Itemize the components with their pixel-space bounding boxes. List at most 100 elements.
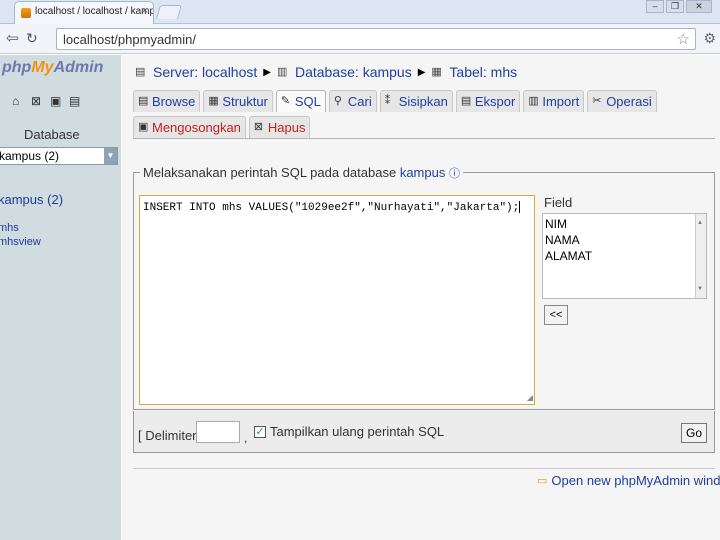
minimize-icon[interactable]: – [646,0,664,13]
tab-browse[interactable]: ▤ Browse [133,90,201,112]
sql-query-text: INSERT INTO mhs VALUES("1029ee2f","Nurha… [143,201,520,214]
drop-icon: ⊠ [253,121,264,133]
close-tab-icon[interactable]: × [142,5,148,17]
address-text: localhost/phpmyadmin/ [63,32,196,47]
docs-icon[interactable]: ▤ [69,95,82,107]
tab-label: Ekspor [474,94,516,109]
scroll-down-icon[interactable]: ▼ [697,281,703,297]
tab-hapus[interactable]: ⊠ Hapus [248,116,311,138]
favicon-icon [21,8,31,18]
table-link-mhsview[interactable]: mhsview [0,236,41,248]
field-option[interactable]: ALAMAT [545,248,704,264]
tab-bar: ▤ Browse ▦ Struktur ✎ SQL ⚲ Cari ⁑ Sisipkan ▤… [133,90,657,112]
chevron-down-icon: ▼ [104,148,117,164]
close-window-icon[interactable]: ✕ [686,0,712,13]
tab-sisipkan[interactable]: ⁑ Sisipkan [379,90,453,112]
wrench-icon[interactable]: ⚙ [703,30,716,47]
left-navigation-frame: phpMyAdmin ⌂ ⊠ ▣ ▤ Database kampus (2) ▼… [0,55,121,540]
reload-icon[interactable]: ↻ [26,30,38,47]
go-button[interactable]: Go [681,423,707,443]
structure-icon: ▦ [208,95,219,107]
empty-icon: ▣ [138,121,149,133]
insert-field-button[interactable]: << [544,305,568,325]
tab-label: Hapus [267,120,306,135]
tab-sql[interactable]: ✎ SQL [275,90,326,112]
server-icon: ▤ [135,66,146,78]
maximize-icon[interactable]: ❐ [666,0,684,13]
field-option[interactable]: NIM [545,216,704,232]
breadcrumb-server[interactable]: Server: localhost [153,64,257,80]
sql-query-fieldset: Melaksanakan perintah SQL pada database … [133,165,715,410]
delimiter-input[interactable] [196,421,240,443]
bookmark-star-icon[interactable]: ☆ [677,30,690,48]
new-window-icon: ▭ [537,475,548,487]
browser-tab[interactable]: localhost / localhost / kampus × [14,1,154,24]
left-icon-bar: ⌂ ⊠ ▣ ▤ [12,95,82,107]
insert-icon: ⁑ [384,95,391,107]
table-link-mhs[interactable]: mhs [0,222,19,234]
breadcrumb-database[interactable]: Database: kampus [295,64,412,80]
show-query-again-checkbox[interactable]: ✓ [254,426,266,438]
tab-cari[interactable]: ⚲ Cari [328,90,377,112]
main-frame: ▤ Server: localhost ▶ ▥ Database: kampus… [121,55,720,540]
import-icon: ▥ [528,95,539,107]
footer-divider [133,468,715,469]
logo-my: My [31,59,54,76]
query-window-icon[interactable]: ▣ [50,95,63,107]
window-controls: – ❐ ✕ [646,0,712,13]
resize-handle-icon[interactable]: ◢ [527,393,533,403]
current-database-link[interactable]: kampus (2) [0,192,63,207]
breadcrumb-table[interactable]: Tabel: mhs [449,64,517,80]
tab-label: Struktur [222,94,268,109]
open-new-window-text: Open new phpMyAdmin window [551,473,720,488]
field-label: Field [544,195,573,210]
address-bar[interactable]: localhost/phpmyadmin/ ☆ [56,28,696,50]
sql-options-bar: [ Delimiter , ✓ Tampilkan ulang perintah… [133,411,715,453]
tab-label: Import [542,94,580,109]
export-icon: ▤ [460,95,472,107]
show-query-again-label[interactable]: Tampilkan ulang perintah SQL [270,424,444,439]
help-icon[interactable]: ⓘ [449,168,460,180]
field-listbox[interactable]: NIM NAMA ALAMAT ▲ ▼ [542,213,707,299]
database-select[interactable]: kampus (2) ▼ [0,147,118,165]
breadcrumb-separator-icon: ▶ [263,66,271,78]
sql-legend-db-link[interactable]: kampus [400,165,446,180]
tab-struktur[interactable]: ▦ Struktur [203,90,273,112]
browser-toolbar: ⇦ ↻ localhost/phpmyadmin/ ☆ ⚙ [0,24,720,54]
tab-label: Mengosongkan [152,120,241,135]
operations-icon: ✂ [592,95,602,107]
scroll-up-icon[interactable]: ▲ [697,215,703,231]
database-select-value: kampus (2) [0,149,60,163]
new-tab-button[interactable] [156,5,182,19]
breadcrumb-separator-icon: ▶ [417,66,426,78]
text-caret [519,201,521,213]
tab-label: Sisipkan [398,94,448,109]
table-icon: ▦ [431,66,442,78]
field-option[interactable]: NAMA [545,232,704,248]
tab-label: SQL [294,94,321,109]
home-icon[interactable]: ⌂ [12,95,25,107]
logo-php: php [2,59,32,76]
tab-ekspor[interactable]: ▤ Ekspor [455,90,521,112]
delimiter-comma: , [244,431,248,445]
tab-import[interactable]: ▥ Import [523,90,585,112]
tab-mengosongkan[interactable]: ▣ Mengosongkan [133,116,246,138]
database-label: Database [24,127,80,142]
search-icon: ⚲ [333,95,342,107]
delimiter-label: [ Delimiter [138,428,197,443]
tab-operasi[interactable]: ✂ Operasi [587,90,657,112]
logout-icon[interactable]: ⊠ [31,95,44,107]
sql-icon: ✎ [280,95,291,107]
breadcrumb: ▤ Server: localhost ▶ ▥ Database: kampus… [135,64,517,80]
browse-icon: ▤ [138,95,149,107]
sql-query-textarea[interactable]: INSERT INTO mhs VALUES("1029ee2f","Nurha… [139,195,535,405]
database-icon: ▥ [276,66,288,78]
back-icon[interactable]: ⇦ [6,29,19,47]
phpmyadmin-logo[interactable]: phpMyAdmin [2,59,103,77]
open-new-window-link[interactable]: ▭ Open new phpMyAdmin window [537,473,720,488]
tab-bar-secondary: ▣ Mengosongkan ⊠ Hapus [133,116,311,138]
sql-legend-text: Melaksanakan perintah SQL pada database [143,165,397,180]
field-list-scrollbar[interactable]: ▲ ▼ [695,214,706,298]
logo-admin: Admin [53,59,104,76]
sql-legend: Melaksanakan perintah SQL pada database … [140,165,463,181]
